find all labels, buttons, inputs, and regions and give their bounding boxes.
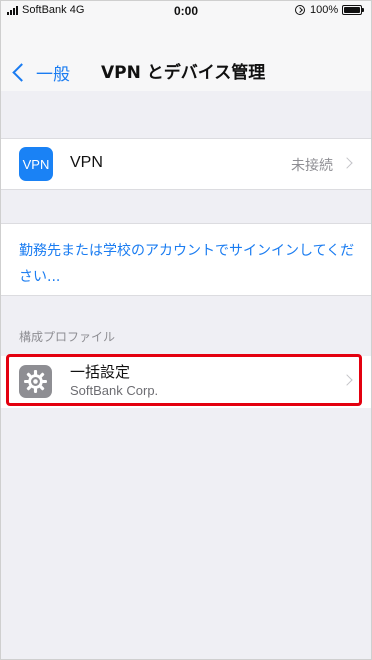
back-button[interactable]: 一般 [9,57,70,87]
chevron-right-icon [341,374,353,386]
back-label: 一般 [36,64,70,85]
vpn-row[interactable]: VPN VPN 未接続 [1,138,371,190]
vpn-icon: VPN [19,147,53,181]
profile-row[interactable]: 一括設定 SoftBank Corp. [1,356,371,408]
status-bar: SoftBank 4G 0:00 100% [1,1,371,21]
signin-link[interactable]: 勤務先または学校のアカウントでサインインしてください... [19,238,359,290]
chevron-left-icon [12,62,31,82]
rotation-lock-icon [295,5,305,15]
chevron-right-icon [341,157,353,169]
gear-icon [19,365,52,398]
profile-organization: SoftBank Corp. [70,383,159,398]
vpn-status: 未接続 [291,158,333,174]
vpn-label: VPN [70,154,103,171]
battery-icon [342,5,364,15]
battery-percentage: 100% [310,4,339,16]
profile-title: 一括設定 [70,363,131,381]
signin-card: 勤務先または学校のアカウントでサインインしてください... [1,223,371,296]
phone-screen: SoftBank 4G 0:00 100% 一般 VPN とデバイス管理 VPN… [0,0,372,660]
profiles-section-header: 構成プロファイル [19,330,116,344]
page-title: VPN とデバイス管理 [101,63,266,83]
navigation-bar: 一般 VPN とデバイス管理 [1,21,371,91]
